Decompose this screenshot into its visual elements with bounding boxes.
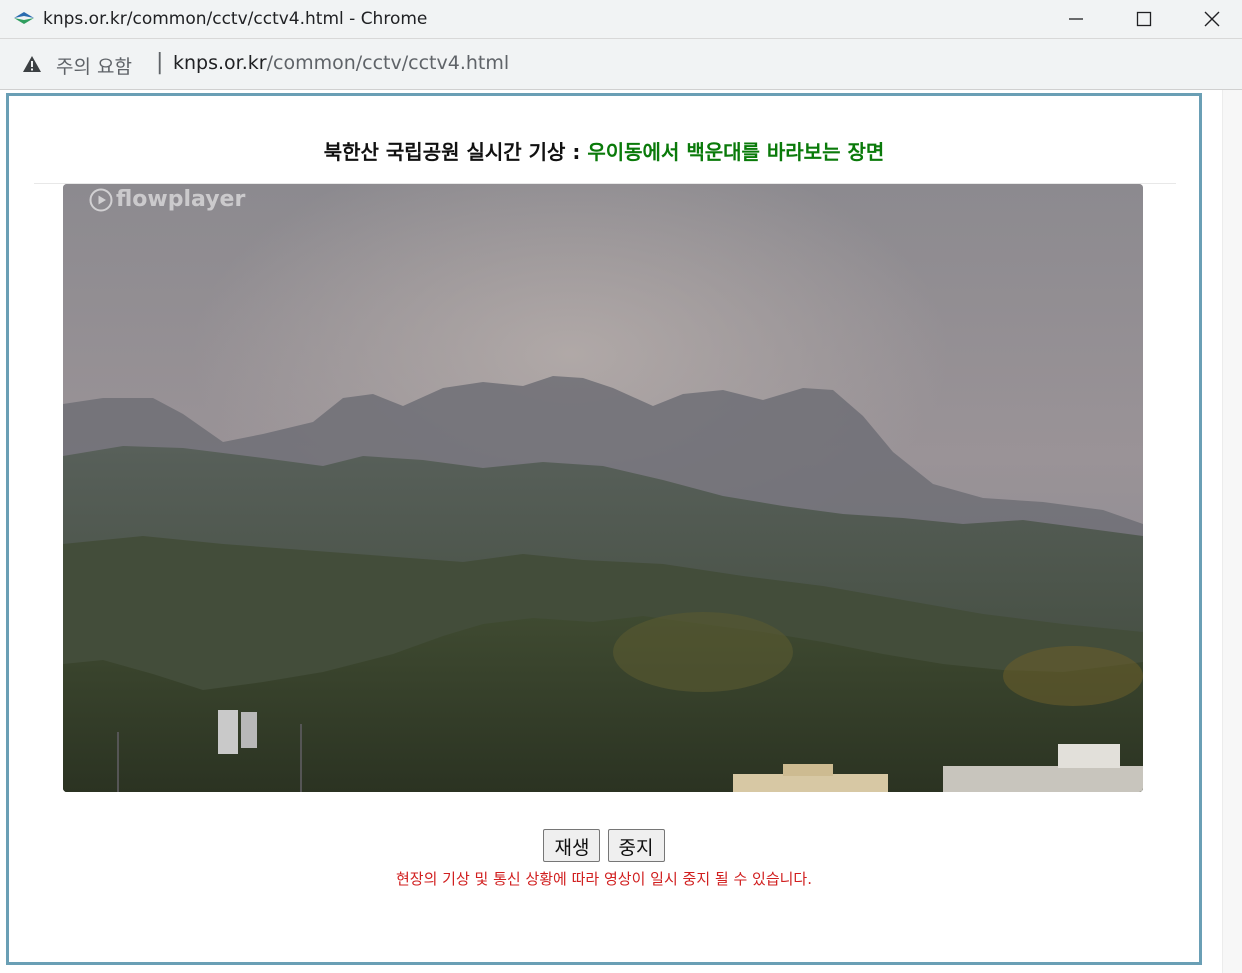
page-title: 북한산 국립공원 실시간 기상 : 우이동에서 백운대를 바라보는 장면 — [9, 136, 1199, 165]
close-icon — [1204, 11, 1220, 27]
window-titlebar: knps.or.kr/common/cctv/cctv4.html - Chro… — [0, 0, 1242, 39]
address-separator: | — [156, 50, 164, 75]
url-text[interactable]: knps.or.kr/common/cctv/cctv4.html — [173, 52, 509, 74]
minimize-button[interactable] — [1042, 0, 1110, 38]
favicon-icon — [14, 12, 34, 24]
title-place: 우이동에서 백운대를 바라보는 장면 — [587, 140, 885, 164]
address-bar[interactable]: 주의 요함 | knps.or.kr/common/cctv/cctv4.htm… — [0, 39, 1242, 90]
play-button[interactable]: 재생 — [543, 829, 601, 862]
player-controls: 재생 중지 — [9, 829, 1199, 862]
maximize-icon — [1136, 11, 1152, 27]
building-right — [943, 766, 1143, 792]
building-center — [733, 774, 888, 792]
player-brand-text: flowplayer — [116, 187, 246, 212]
window-title: knps.or.kr/common/cctv/cctv4.html - Chro… — [43, 9, 428, 29]
security-status[interactable]: 주의 요함 — [56, 52, 132, 79]
url-path: /common/cctv/cctv4.html — [266, 52, 510, 74]
warning-icon[interactable] — [22, 55, 42, 73]
page-scrollbar[interactable] — [1222, 90, 1242, 973]
flowplayer-logo[interactable]: flowplayer — [89, 187, 245, 212]
flowplayer-play-icon — [89, 188, 113, 211]
maximize-button[interactable] — [1110, 0, 1178, 38]
building-left — [218, 710, 238, 754]
stop-button[interactable]: 중지 — [607, 829, 665, 862]
video-player[interactable]: flowplayer — [63, 184, 1143, 792]
minimize-icon — [1069, 18, 1083, 20]
notice-text: 현장의 기상 및 통신 상황에 따라 영상이 일시 중지 될 수 있습니다. — [395, 870, 813, 888]
url-host: knps.or.kr — [173, 52, 267, 74]
video-frame — [63, 184, 1143, 792]
page-frame: 북한산 국립공원 실시간 기상 : 우이동에서 백운대를 바라보는 장면 flo… — [6, 93, 1202, 965]
title-prefix: 북한산 국립공원 실시간 기상 : — [323, 140, 588, 164]
close-button[interactable] — [1178, 0, 1242, 38]
